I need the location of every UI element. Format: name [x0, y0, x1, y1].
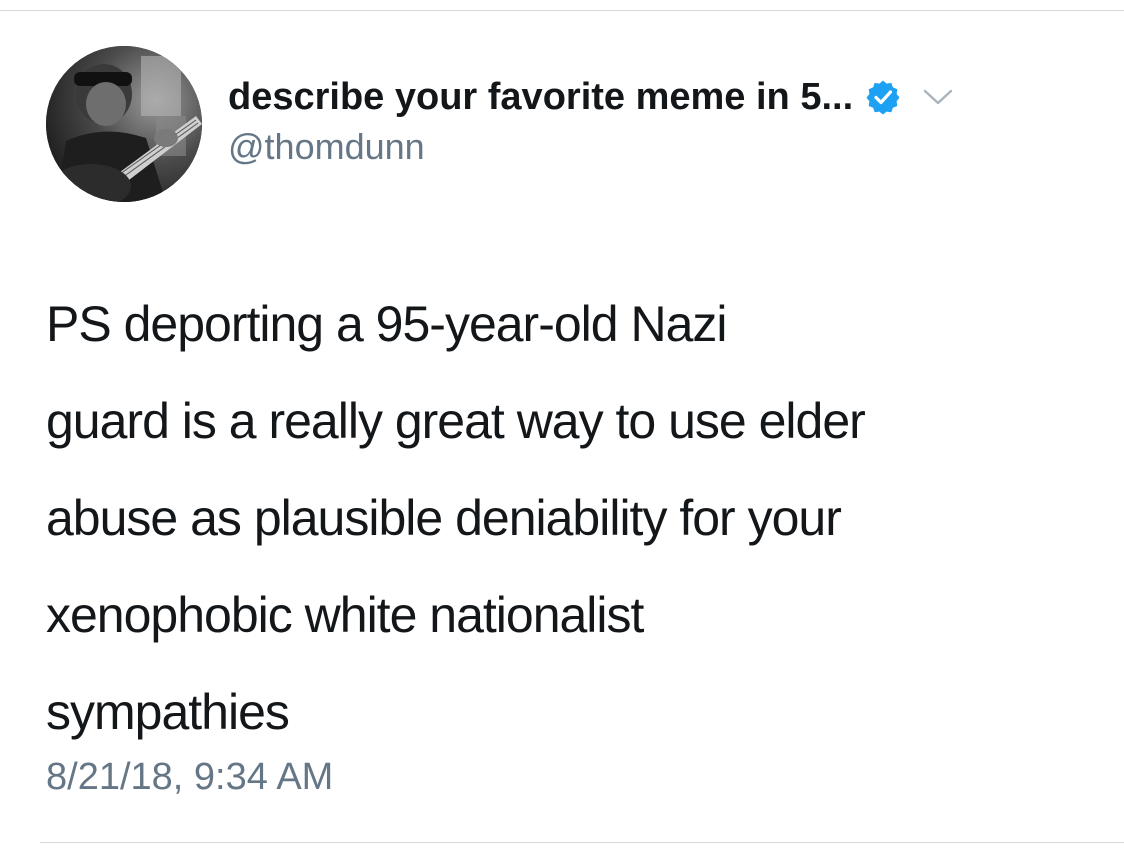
tweet-text-line: guard is a really great way to use elder	[46, 393, 866, 449]
tweet-text-line: xenophobic white nationalist	[46, 587, 644, 643]
verified-badge-icon	[865, 79, 901, 115]
tweet-text-line: sympathies	[46, 684, 290, 740]
chevron-down-icon[interactable]	[921, 86, 955, 108]
top-divider	[0, 10, 1124, 11]
author-handle[interactable]: @thomdunn	[228, 126, 425, 168]
avatar[interactable]	[46, 46, 202, 202]
tweet-text-line: abuse as plausible deniability for your	[46, 490, 842, 546]
tweet-timestamp[interactable]: 8/21/18, 9:34 AM	[46, 756, 333, 799]
author-display-name[interactable]: describe your favorite meme in 5...	[228, 76, 853, 119]
author-row: describe your favorite meme in 5...	[228, 72, 955, 122]
tweet-text: PS deporting a 95-year-old Nazi guard is…	[46, 276, 1106, 761]
avatar-photo	[46, 46, 202, 202]
tweet-text-line: PS deporting a 95-year-old Nazi	[46, 296, 728, 352]
bottom-divider	[40, 842, 1124, 843]
